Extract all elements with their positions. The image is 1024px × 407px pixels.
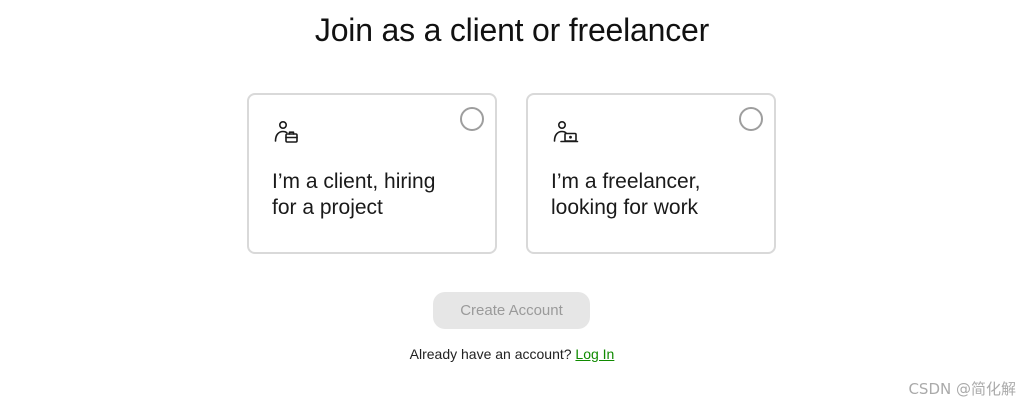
freelancer-option-card[interactable]: I’m a freelancer, looking for work	[526, 93, 776, 254]
login-prompt: Already have an account? Log In	[0, 346, 1024, 362]
client-option-radio[interactable]	[460, 107, 484, 131]
client-briefcase-icon	[273, 119, 301, 147]
client-option-label: I’m a client, hiring for a project	[272, 169, 482, 221]
login-link[interactable]: Log In	[575, 346, 614, 362]
signup-page: Join as a client or freelancer I’m a cli…	[0, 0, 1024, 407]
freelancer-laptop-icon	[552, 119, 580, 147]
login-prompt-text: Already have an account?	[409, 346, 576, 362]
client-option-label-line1: I’m a client, hiring	[272, 170, 436, 193]
create-account-button[interactable]: Create Account	[433, 292, 590, 329]
freelancer-option-label: I’m a freelancer, looking for work	[551, 169, 761, 221]
watermark: CSDN @简化解	[908, 380, 1016, 398]
freelancer-option-label-line2: looking for work	[551, 196, 699, 219]
freelancer-option-radio[interactable]	[739, 107, 763, 131]
client-option-label-line2: for a project	[272, 196, 383, 219]
page-title: Join as a client or freelancer	[314, 12, 710, 48]
client-option-card[interactable]: I’m a client, hiring for a project	[247, 93, 497, 254]
freelancer-option-label-line1: I’m a freelancer,	[551, 170, 701, 193]
